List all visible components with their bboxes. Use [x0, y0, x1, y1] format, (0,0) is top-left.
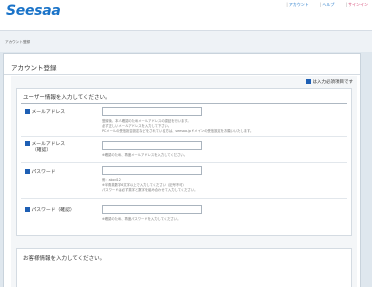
password-confirm-help: ※確認のため、再度パスワードを入力してください。 [102, 217, 180, 222]
password-confirm-help-line: ※確認のため、再度パスワードを入力してください。 [102, 217, 181, 221]
email-confirm-label: メールアドレス （確認） [25, 141, 65, 154]
email-confirm-label-text: メールアドレス [31, 142, 66, 147]
password-label: パスワード [25, 169, 56, 176]
seesaa-logo[interactable]: Seesaa [6, 3, 61, 19]
required-icon [305, 79, 311, 84]
breadcrumb-bar: アカウント登録 [0, 30, 372, 52]
nav-separator: | [345, 2, 347, 7]
row-divider [21, 136, 347, 137]
required-icon [25, 109, 30, 114]
password-confirm-field[interactable] [102, 205, 202, 214]
email-label: メールアドレス [25, 109, 65, 116]
customer-section-heading: お客様情報を入力してください。 [23, 256, 106, 262]
user-section-heading: ユーザー情報を入力してください。 [23, 95, 111, 101]
email-help-line: PCメールの受信拒否設定などをされている方は、seesaa.jpドメインの受信設… [102, 129, 254, 133]
nav-separator: | [286, 2, 288, 7]
registration-card: アカウント登録 は入力必須項目です ユーザー情報を入力してください。 メールアド… [3, 53, 361, 287]
breadcrumb: アカウント登録 [5, 40, 31, 44]
nav-signin-label[interactable]: サインイン [348, 2, 368, 7]
password-confirm-label: パスワード（確認） [25, 207, 75, 214]
user-info-section: ユーザー情報を入力してください。 メールアドレス 登録後、本人確認のためメールア… [16, 88, 352, 236]
title-divider [4, 74, 360, 75]
required-icon [25, 207, 30, 212]
site-header: Seesaa |アカウント |ヘルプ |サインイン [0, 0, 372, 30]
page-title: アカウント登録 [11, 64, 57, 72]
nav-signin-link[interactable]: |サインイン [344, 2, 368, 7]
required-note: は入力必須項目です [305, 79, 354, 85]
password-help-line: パスワードは必ず英字と数字を組み合わせて入力してください。 [102, 188, 198, 192]
email-confirm-field[interactable] [102, 141, 202, 150]
section-divider [21, 103, 347, 104]
nav-account-link[interactable]: |アカウント [284, 2, 308, 7]
password-confirm-label-text: パスワード（確認） [31, 208, 75, 213]
email-help: 登録後、本人確認のためメールアドレスの認証を行います。 必ず正しいメールアドレス… [102, 119, 253, 134]
email-label-text: メールアドレス [31, 110, 66, 115]
nav-help-link[interactable]: |ヘルプ [318, 2, 334, 7]
row-divider [21, 162, 347, 163]
email-field[interactable] [102, 107, 202, 116]
email-confirm-help-line: ※確認のため、再度メールアドレスを入力してください。 [102, 153, 187, 157]
password-label-text: パスワード [31, 170, 56, 175]
customer-info-section: お客様情報を入力してください。 [16, 248, 352, 287]
required-icon [25, 141, 30, 146]
nav-help-label[interactable]: ヘルプ [322, 2, 334, 7]
email-confirm-label-sub: （確認） [32, 148, 52, 153]
password-help: 例：abcd12 ※半角英数字6文字以上で入力してください（記号不可） パスワー… [102, 178, 197, 193]
email-confirm-help: ※確認のため、再度メールアドレスを入力してください。 [102, 153, 187, 158]
required-icon [25, 169, 30, 174]
required-note-text: は入力必須項目です [312, 80, 354, 85]
nav-account-label[interactable]: アカウント [289, 2, 309, 7]
password-field[interactable] [102, 166, 202, 175]
top-nav: |アカウント |ヘルプ |サインイン [276, 2, 368, 8]
row-divider [21, 198, 347, 199]
form-panel: は入力必須項目です ユーザー情報を入力してください。 メールアドレス 登録後、本… [11, 76, 357, 287]
